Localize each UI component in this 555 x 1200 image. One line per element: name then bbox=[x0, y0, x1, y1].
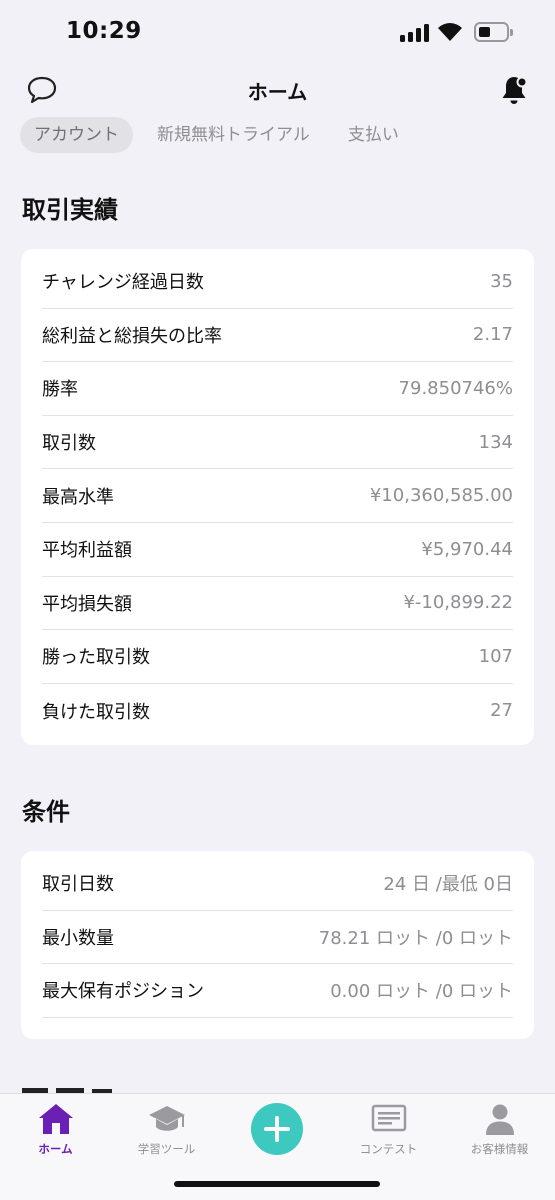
wifi-icon bbox=[438, 23, 462, 41]
nav-item-learning-tools[interactable]: 学習ツール bbox=[111, 1102, 222, 1157]
condition-value: 78.21 ロット /0 ロット bbox=[318, 927, 513, 949]
plus-icon bbox=[264, 1116, 290, 1142]
stat-label: 総利益と総損失の比率 bbox=[42, 325, 222, 347]
stat-row: 平均利益額 ¥5,970.44 bbox=[42, 523, 513, 577]
tab-free-trial[interactable]: 新規無料トライアル bbox=[143, 117, 324, 153]
stat-label: チャレンジ経過日数 bbox=[42, 272, 204, 294]
tab-account[interactable]: アカウント bbox=[20, 117, 133, 153]
cellular-signal-icon bbox=[400, 24, 430, 42]
home-indicator bbox=[174, 1181, 380, 1187]
stat-label: 平均損失額 bbox=[42, 593, 132, 615]
stat-value: ¥5,970.44 bbox=[421, 538, 513, 560]
stat-value: 79.850746% bbox=[398, 377, 513, 399]
person-icon bbox=[485, 1104, 514, 1135]
stat-label: 勝った取引数 bbox=[42, 647, 150, 669]
condition-label: 取引日数 bbox=[42, 874, 114, 896]
home-icon bbox=[38, 1104, 73, 1134]
stat-value: 27 bbox=[490, 700, 513, 722]
nav-item-home[interactable]: ホーム bbox=[0, 1102, 111, 1157]
page-title: ホーム bbox=[247, 80, 308, 104]
nav-label-customer-info: お客様情報 bbox=[470, 1142, 529, 1156]
condition-row: 最小数量 78.21 ロット /0 ロット bbox=[42, 911, 513, 965]
stat-row: 総利益と総損失の比率 2.17 bbox=[42, 309, 513, 363]
condition-label: 最小数量 bbox=[42, 927, 114, 949]
stat-row: 勝率 79.850746% bbox=[42, 362, 513, 416]
stat-row: 負けた取引数 27 bbox=[42, 684, 513, 738]
nav-item-customer-info[interactable]: お客様情報 bbox=[444, 1102, 555, 1157]
nav-item-contest[interactable]: コンテスト bbox=[333, 1102, 444, 1157]
next-section-peek bbox=[22, 1088, 112, 1093]
nav-label-learning-tools: 学習ツール bbox=[137, 1142, 196, 1156]
stat-value: ¥10,360,585.00 bbox=[369, 485, 513, 507]
stat-label: 最高水準 bbox=[42, 486, 114, 508]
stat-label: 負けた取引数 bbox=[42, 701, 150, 723]
stat-value: 107 bbox=[478, 645, 513, 667]
stat-value: 35 bbox=[490, 270, 513, 292]
stat-label: 取引数 bbox=[42, 433, 96, 455]
account-tabs: アカウント 新規無料トライアル 支払い bbox=[20, 117, 423, 153]
stat-label: 勝率 bbox=[42, 379, 78, 401]
status-time: 10:29 bbox=[66, 18, 142, 44]
condition-label: 最大保有ポジション bbox=[42, 981, 204, 1003]
stat-row: 取引数 134 bbox=[42, 416, 513, 470]
stat-row: 平均損失額 ¥-10,899.22 bbox=[42, 577, 513, 631]
stat-value: ¥-10,899.22 bbox=[403, 592, 513, 614]
section-title-conditions: 条件 bbox=[22, 798, 70, 826]
contest-board-icon bbox=[371, 1104, 406, 1132]
section-title-trading: 取引実績 bbox=[22, 196, 118, 224]
graduation-cap-icon bbox=[148, 1106, 185, 1131]
condition-value: 0.00 ロット /0 ロット bbox=[330, 981, 513, 1003]
condition-row: 最大保有ポジション 0.00 ロット /0 ロット bbox=[42, 964, 513, 1018]
condition-row: 取引日数 24 日 /最低 0日 bbox=[42, 857, 513, 911]
stat-row: チャレンジ経過日数 35 bbox=[42, 255, 513, 309]
bell-icon[interactable] bbox=[498, 73, 530, 107]
tab-payment[interactable]: 支払い bbox=[334, 117, 413, 153]
header: ホーム bbox=[0, 66, 555, 114]
stat-value: 2.17 bbox=[472, 324, 513, 346]
stat-row: 勝った取引数 107 bbox=[42, 630, 513, 684]
stat-value: 134 bbox=[478, 431, 513, 453]
conditions-card: 取引日数 24 日 /最低 0日 最小数量 78.21 ロット /0 ロット 最… bbox=[21, 851, 534, 1039]
condition-value: 24 日 /最低 0日 bbox=[383, 874, 513, 896]
stat-label: 平均利益額 bbox=[42, 540, 132, 562]
stat-row: 最高水準 ¥10,360,585.00 bbox=[42, 469, 513, 523]
battery-icon bbox=[474, 22, 513, 42]
nav-label-contest: コンテスト bbox=[359, 1142, 418, 1156]
trading-stats-card: チャレンジ経過日数 35 総利益と総損失の比率 2.17 勝率 79.85074… bbox=[21, 249, 534, 745]
nav-label-home: ホーム bbox=[38, 1142, 73, 1156]
add-button[interactable] bbox=[251, 1103, 303, 1155]
status-bar: 10:29 bbox=[0, 0, 555, 66]
